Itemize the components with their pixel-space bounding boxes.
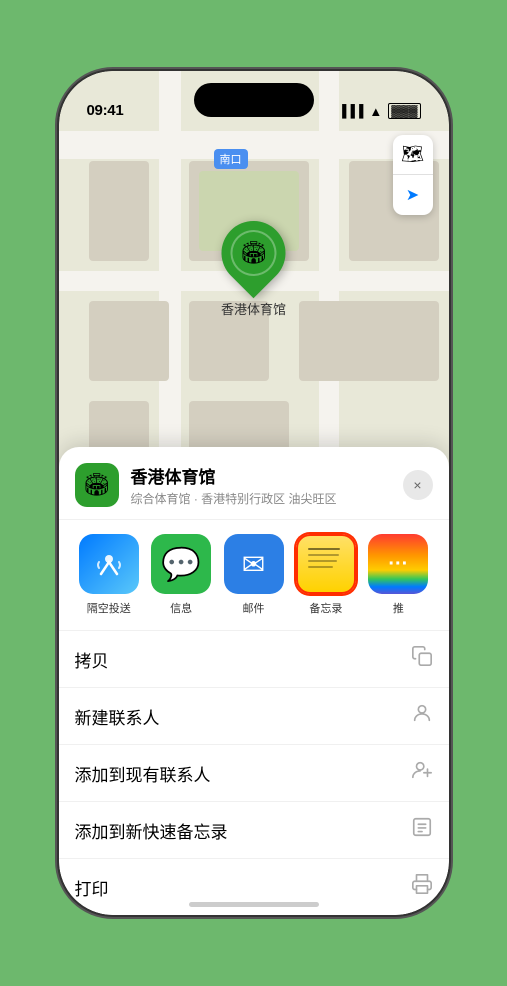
bottom-sheet: 🏟 香港体育馆 综合体育馆 · 香港特别行政区 油尖旺区 × [59,447,449,915]
venue-name: 香港体育馆 [131,463,403,488]
action-copy-label: 拷贝 [75,647,109,672]
more-icon: ··· [368,534,428,594]
notes-lines [302,540,350,572]
location-button[interactable]: ➤ [393,175,433,215]
pin-icon: 🏟 [230,230,276,276]
messages-label: 信息 [147,600,215,616]
quick-note-icon [411,816,433,844]
share-row: 隔空投送 💬 信息 ✉ 邮件 [59,520,449,631]
map-area: 南口 🗺 ➤ 🏟 香港体育馆 [59,71,449,481]
status-icons: ▐▐▐ ▲ ▓▓▓ [338,103,421,119]
mail-label: 邮件 [219,600,287,616]
map-controls[interactable]: 🗺 ➤ [393,135,433,215]
share-notes[interactable]: 备忘录 [292,534,360,616]
phone-frame: 09:41 ▐▐▐ ▲ ▓▓▓ 南口 [59,71,449,915]
airdrop-label: 隔空投送 [75,600,143,616]
venue-header: 🏟 香港体育馆 综合体育馆 · 香港特别行政区 油尖旺区 × [59,447,449,520]
mail-icon: ✉ [224,534,284,594]
add-contact-icon [411,759,433,787]
messages-icon: 💬 [151,534,211,594]
share-more[interactable]: ··· 推 [364,534,432,616]
action-new-contact-label: 新建联系人 [75,704,160,729]
action-add-contact[interactable]: 添加到现有联系人 [59,745,449,802]
notes-line-4 [308,566,333,568]
notes-line-2 [308,554,339,556]
action-add-contact-label: 添加到现有联系人 [75,761,211,786]
venue-subtitle: 综合体育馆 · 香港特别行政区 油尖旺区 [131,490,403,507]
dynamic-island [194,83,314,117]
signal-icon: ▐▐▐ [338,104,364,118]
map-label: 南口 [214,149,248,169]
airdrop-icon [79,534,139,594]
pin-label: 香港体育馆 [221,299,286,318]
action-quick-note[interactable]: 添加到新快速备忘录 [59,802,449,859]
print-icon [411,873,433,901]
notes-line-3 [308,560,337,562]
venue-info: 香港体育馆 综合体育馆 · 香港特别行政区 油尖旺区 [131,463,403,507]
action-copy[interactable]: 拷贝 [59,631,449,688]
action-print-label: 打印 [75,875,109,900]
action-quick-note-label: 添加到新快速备忘录 [75,818,228,843]
location-pin: 🏟 香港体育馆 [221,221,286,318]
wifi-icon: ▲ [369,104,382,119]
map-type-button[interactable]: 🗺 [393,135,433,175]
more-label: 推 [364,600,432,616]
share-mail[interactable]: ✉ 邮件 [219,534,287,616]
battery-icon: ▓▓▓ [388,103,420,119]
action-new-contact[interactable]: 新建联系人 [59,688,449,745]
status-time: 09:41 [87,102,124,119]
notes-line-1 [308,548,340,550]
share-airdrop[interactable]: 隔空投送 [75,534,143,616]
home-indicator [189,902,319,907]
new-contact-icon [411,702,433,730]
venue-icon: 🏟 [75,463,119,507]
close-button[interactable]: × [403,470,433,500]
copy-icon [411,645,433,673]
share-messages[interactable]: 💬 信息 [147,534,215,616]
pin-shape: 🏟 [208,208,299,299]
notes-icon [296,534,356,594]
notes-label: 备忘录 [292,600,360,616]
